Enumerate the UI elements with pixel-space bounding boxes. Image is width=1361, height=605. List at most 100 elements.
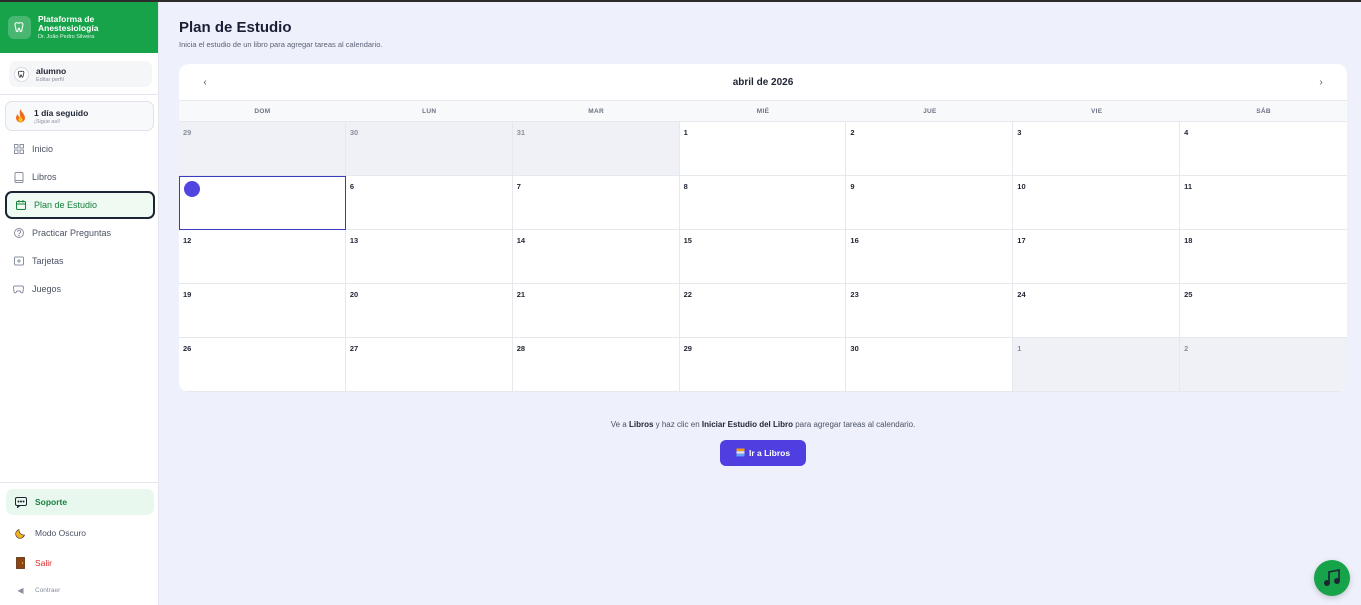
sidebar-item-label: Inicio [32,144,54,154]
calendar-day[interactable]: 9 [846,176,1014,230]
calendar-day-number: 21 [516,290,526,299]
calendar-day[interactable]: 7 [512,176,680,230]
calendar-day-number: 2 [1184,344,1189,353]
sidebar-item-label: Juegos [32,284,62,294]
calendar-day[interactable]: 17 [1013,230,1181,284]
logout-button[interactable]: Salir [6,551,154,575]
weekday-label: JUE [923,107,937,115]
calendar-day-number: 8 [683,182,688,191]
weekday-label: SÁB [1256,107,1271,115]
calendar-day-number: 31 [516,128,526,137]
calendar-day[interactable]: 1 [679,122,847,176]
support-button[interactable]: Soporte [6,489,154,515]
sidebar-item-label: Practicar Preguntas [32,228,112,238]
calendar-day[interactable]: 15 [679,230,847,284]
calendar-day[interactable]: 27 [345,338,513,392]
calendar-day[interactable]: 8 [679,176,847,230]
calendar-day[interactable]: 2 [846,122,1014,176]
today-marker: 5 [184,181,200,197]
calendar-day[interactable]: 21 [512,284,680,338]
next-month-button[interactable]: › [1315,77,1327,88]
calendar-grid: 29 30 31 1 2 3 4 5 6 7 8 9 10 11 12 13 14 15 16 17 18 19 20 21 2… [179,122,1347,392]
calendar-day-number: 7 [516,182,521,191]
music-note-icon [1323,569,1341,587]
logout-label: Salir [35,558,53,568]
go-to-books-label: Ir a Libros [748,448,791,458]
profile-card[interactable]: alumno Editar perfil [9,61,152,87]
calendar-day[interactable]: 22 [679,284,847,338]
calendar-day[interactable]: 13 [345,230,513,284]
sidebar-item-practicar-preguntas[interactable]: Practicar Preguntas [5,219,155,247]
calendar-day[interactable]: 10 [1013,176,1181,230]
hint-books-bold: Libros [628,420,654,429]
calendar-day[interactable]: 6 [345,176,513,230]
calendar-day[interactable]: 24 [1013,284,1181,338]
calendar-day[interactable]: 11 [1180,176,1347,230]
calendar: ‹ abril de 2026 › DOM LUN MAR MIÉ JUE VI… [179,64,1347,392]
calendar-day[interactable]: 30 [345,122,513,176]
tooth-logo-icon [8,16,31,39]
calendar-day[interactable]: 12 [179,230,346,284]
calendar-day-today[interactable]: 5 [179,176,346,230]
calendar-day[interactable]: 3 [1013,122,1181,176]
calendar-day[interactable]: 18 [1180,230,1347,284]
calendar-day[interactable]: 4 [1180,122,1347,176]
arrow-left-icon: ◀ [17,585,24,595]
books-hint: Ve a Libros y haz clic en Iniciar Estudi… [179,420,1347,429]
calendar-day[interactable]: 25 [1180,284,1347,338]
calendar-day-number: 24 [1017,290,1026,299]
hint-text: para agregar tareas al calendario. [793,420,916,429]
brand-subtitle: Dr. João Pedro Silveira [38,33,95,40]
calendar-day-number: 19 [183,290,192,299]
weekday-label: LUN [422,107,437,115]
calendar-month-label: abril de 2026 [732,76,794,88]
streak-title: 1 día seguido [34,107,89,118]
page-subtitle: Inicia el estudio de un libro para agreg… [179,40,383,49]
books-stack-icon [736,448,745,459]
go-to-books-button[interactable]: Ir a Libros [720,440,806,466]
music-player-button[interactable] [1314,560,1350,596]
calendar-day[interactable]: 23 [846,284,1014,338]
weekday-label: DOM [254,107,271,115]
sidebar-item-juegos[interactable]: Juegos [5,275,155,303]
moon-icon [14,527,27,540]
calendar-day-number: 23 [850,290,859,299]
sidebar-nav: Inicio Libros Plan de Estudio Practicar … [5,135,155,303]
grid-icon [13,144,24,155]
hint-text: Ve a [610,420,629,429]
calendar-day[interactable]: 16 [846,230,1014,284]
calendar-day[interactable]: 31 [512,122,680,176]
calendar-day-number: 22 [683,290,692,299]
calendar-day-number: 1 [683,128,688,137]
page-title: Plan de Estudio [179,19,292,36]
calendar-icon [15,200,26,211]
sidebar-item-libros[interactable]: Libros [5,163,155,191]
calendar-day[interactable]: 14 [512,230,680,284]
dark-mode-toggle[interactable]: Modo Oscuro [6,521,154,545]
calendar-day[interactable]: 26 [179,338,346,392]
collapse-button[interactable]: ◀ Contraer [6,578,154,602]
calendar-day[interactable]: 20 [345,284,513,338]
calendar-day[interactable]: 19 [179,284,346,338]
calendar-day-number: 17 [1017,236,1026,245]
calendar-day[interactable]: 2 [1180,338,1347,392]
brand-header[interactable]: Plataforma de Anestesiología Dr. João Pe… [0,2,158,53]
book-icon [13,171,24,183]
sidebar-item-inicio[interactable]: Inicio [5,135,155,163]
sidebar-item-tarjetas[interactable]: Tarjetas [5,247,155,275]
calendar-day[interactable]: 28 [512,338,680,392]
calendar-day-number: 4 [1184,128,1189,137]
calendar-day[interactable]: 30 [846,338,1014,392]
weekday-header-row: DOM LUN MAR MIÉ JUE VIE SÁB [179,101,1347,122]
sidebar-item-plan-de-estudio[interactable]: Plan de Estudio [5,191,155,219]
edit-profile-link[interactable]: Editar perfil [36,77,66,83]
calendar-day[interactable]: 29 [679,338,847,392]
calendar-day-number: 11 [1184,182,1193,191]
calendar-day[interactable]: 1 [1013,338,1181,392]
calendar-day[interactable]: 29 [179,122,346,176]
calendar-header: ‹ abril de 2026 › [179,64,1347,101]
prev-month-button[interactable]: ‹ [199,77,211,88]
weekday-label: MIÉ [756,107,770,115]
calendar-day-number: 30 [349,128,359,137]
calendar-day-number: 27 [349,344,359,353]
